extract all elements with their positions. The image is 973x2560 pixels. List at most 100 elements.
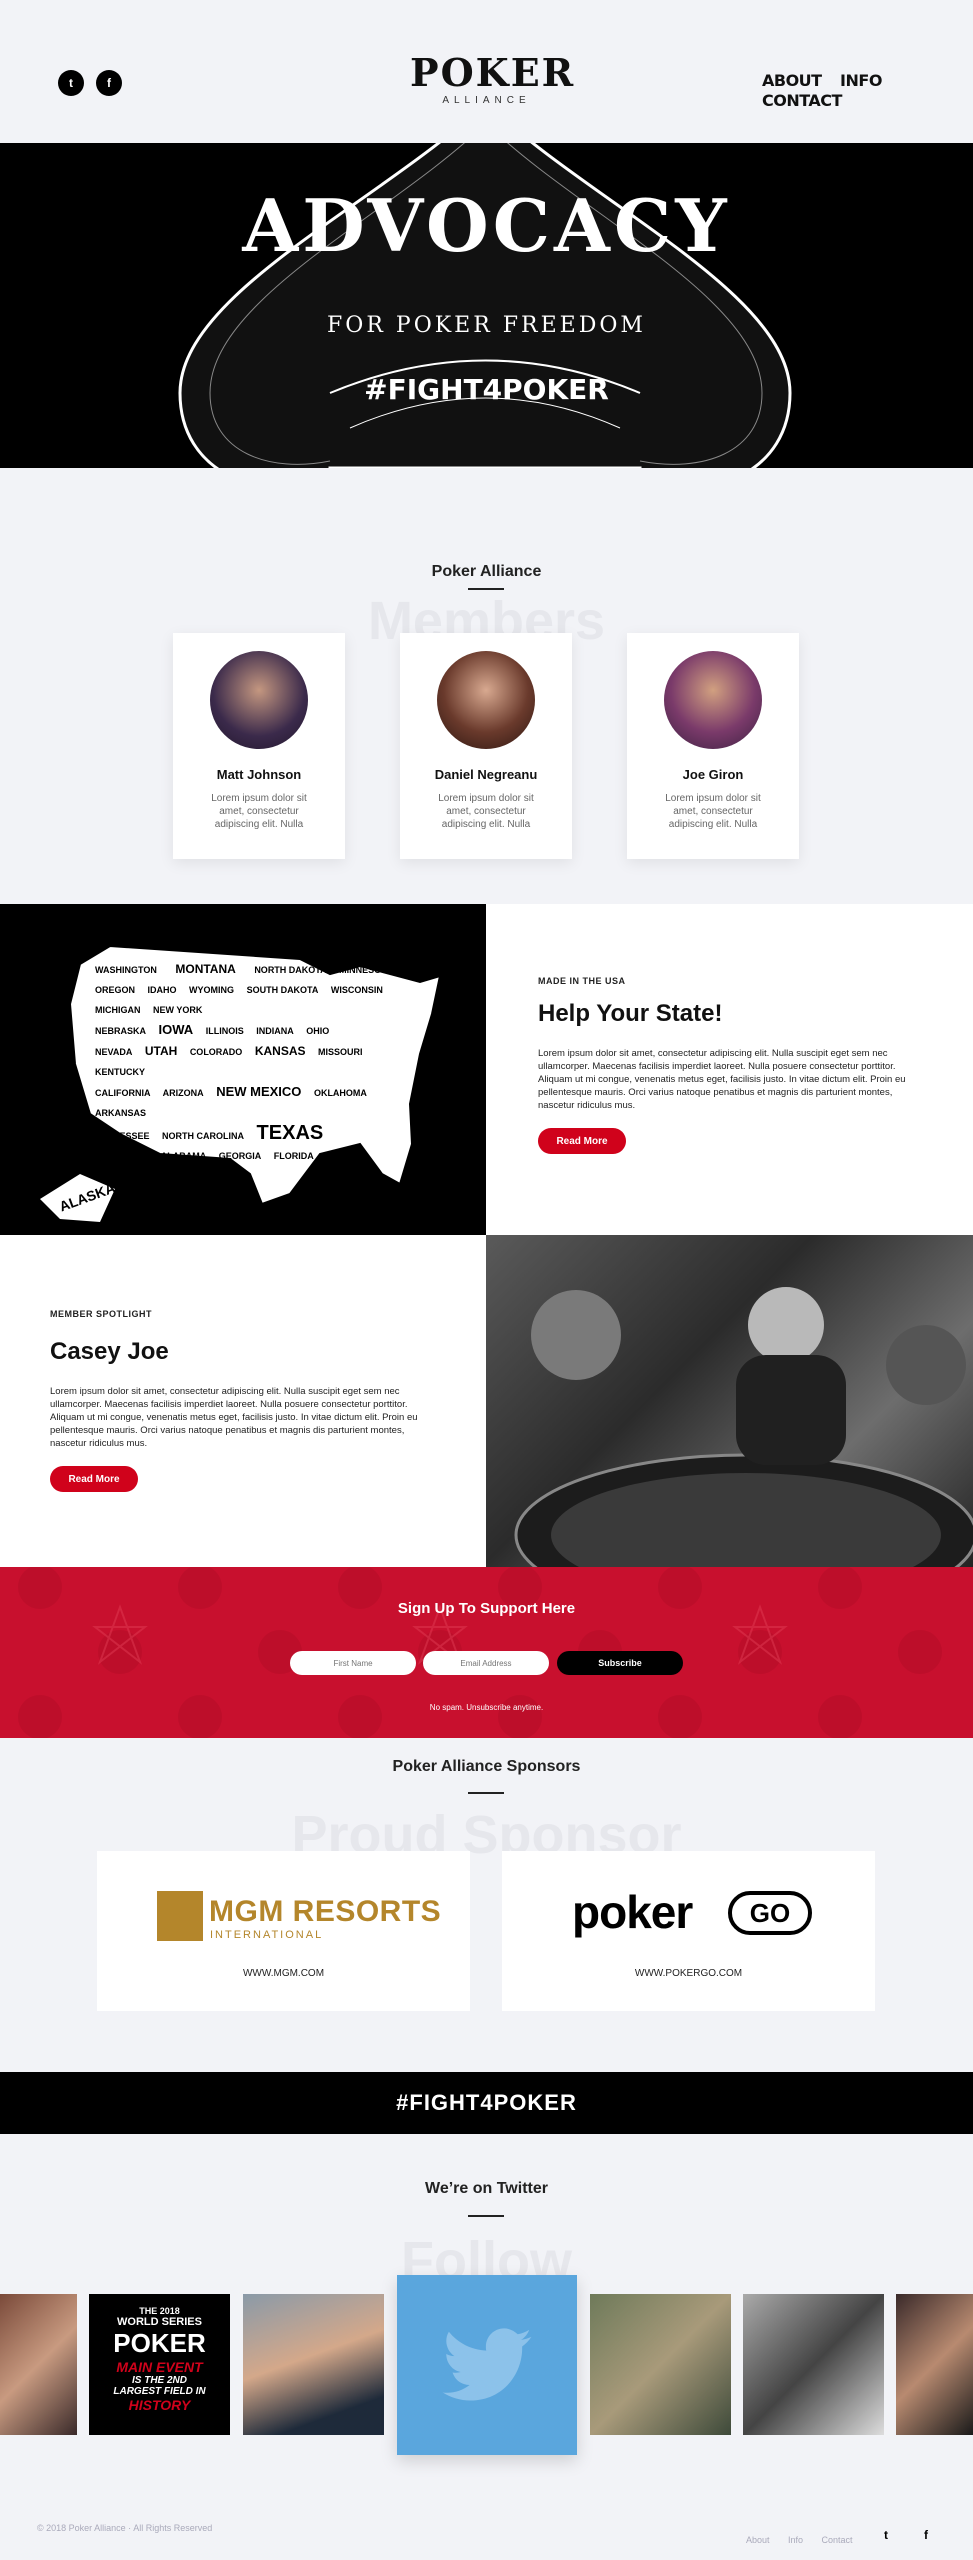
wsop-line: IS THE 2ND [131, 2375, 187, 2386]
member-name: Joe Giron [682, 767, 744, 782]
map-label: OREGON [95, 985, 136, 995]
member-description: Lorem ipsum dolor sit amet, consectetur … [211, 793, 307, 830]
map-label: WASHINGTON [95, 965, 157, 975]
signup-title: Sign Up To Support Here [397, 1600, 576, 1617]
map-label: NEVADA [95, 1047, 133, 1057]
state-title: Help Your State! [538, 1000, 723, 1027]
map-label: CALIFORNIA [95, 1088, 151, 1098]
footer-facebook-icon[interactable]: f [924, 2528, 928, 2542]
member-avatar [210, 651, 308, 749]
spotlight-title: Casey Joe [50, 1338, 169, 1365]
facebook-icon[interactable]: f [96, 70, 122, 96]
mgm-logo-sub: INTERNATIONAL [210, 1929, 324, 1941]
spotlight-read-more-button[interactable]: Read More [50, 1466, 138, 1492]
hero-banner: ADVOCACY FOR POKER FREEDOM #FIGHT4POKER [0, 143, 973, 468]
members-divider [468, 588, 504, 590]
map-label: IOWA [158, 1022, 194, 1037]
sponsors-title: Poker Alliance Sponsors [392, 1758, 581, 1775]
mgm-logo-text: MGM RESORTS [209, 1895, 442, 1928]
wsop-line: POKER [113, 2328, 206, 2358]
wsop-line: WORLD SERIES [117, 2316, 202, 2328]
sponsor-url[interactable]: WWW.MGM.COM [97, 1968, 470, 1979]
nav-about[interactable]: ABOUT [762, 71, 822, 90]
sponsors-divider [468, 1792, 504, 1794]
email-field[interactable] [423, 1651, 549, 1675]
twitter-photo[interactable] [590, 2294, 731, 2435]
signup-note: No spam. Unsubscribe anytime. [429, 1703, 544, 1712]
footer-twitter-icon[interactable]: t [884, 2528, 888, 2542]
twitter-photo[interactable] [896, 2294, 973, 2435]
map-label: NORTH DAKOTA [254, 965, 327, 975]
member-card[interactable]: Matt Johnson Lorem ipsum dolor sit amet,… [173, 633, 345, 859]
spotlight-photo [486, 1235, 973, 1617]
member-name: Daniel Negreanu [434, 767, 538, 782]
hero-title: ADVOCACY [242, 183, 731, 268]
map-label: MISSOURI [318, 1047, 363, 1057]
subscribe-button[interactable]: Subscribe [557, 1651, 683, 1675]
map-label: UTAH [144, 1044, 178, 1058]
footer-nav: About Info Contact [732, 2530, 852, 2548]
map-label: COLORADO [189, 1047, 243, 1057]
mgm-lion-logo [157, 1891, 203, 1941]
wsop-line: LARGEST FIELD IN [113, 2386, 206, 2397]
map-label: TENNESSEE [95, 1131, 150, 1141]
twitter-photo[interactable] [243, 2294, 384, 2435]
map-label: MISSISSIPPI [95, 1151, 149, 1161]
twitter-follow-tile[interactable] [397, 2275, 577, 2455]
logo-wordmark: POKER [410, 50, 576, 95]
footer-link-about[interactable]: About [746, 2535, 770, 2545]
map-label: INDIANA [256, 1026, 294, 1036]
state-body: Lorem ipsum dolor sit amet, consectetur … [538, 1048, 906, 1111]
footer-link-info[interactable]: Info [788, 2535, 803, 2545]
map-labels: WASHINGTON MONTANA NORTH DAKOTA MINNESOT… [95, 959, 395, 1166]
first-name-field[interactable] [290, 1651, 416, 1675]
map-label: KENTUCKY [95, 1067, 146, 1077]
site-header: t f POKER ALLIANCE ABOUT INFO CONTACT [0, 0, 973, 143]
map-label: SOUTH DAKOTA [246, 985, 319, 995]
member-avatar [664, 651, 762, 749]
nav-info[interactable]: INFO [840, 71, 882, 90]
twitter-photo-wsop[interactable]: THE 2018 WORLD SERIES POKER MAIN EVENT I… [89, 2294, 230, 2435]
map-label: NEBRASKA [95, 1026, 147, 1036]
map-label: NORTH CAROLINA [162, 1131, 245, 1141]
map-label: ARIZONA [162, 1088, 204, 1098]
member-description: Lorem ipsum dolor sit amet, consectetur … [665, 793, 761, 830]
member-card[interactable]: Daniel Negreanu Lorem ipsum dolor sit am… [400, 633, 572, 859]
twitter-icon[interactable]: t [58, 70, 84, 96]
twitter-photo[interactable] [0, 2294, 77, 2435]
usa-map: WASHINGTON MONTANA NORTH DAKOTA MINNESOT… [0, 904, 486, 1235]
map-label: WISCONSIN [330, 985, 383, 995]
poker-table-graphic [514, 1287, 973, 1617]
map-label: NEW YORK [153, 1005, 203, 1015]
logo-subtitle: ALLIANCE [442, 95, 531, 106]
state-kicker: MADE IN THE USA [538, 976, 626, 986]
map-label: OKLAHOMA [313, 1088, 367, 1098]
map-label: WYOMING [189, 985, 235, 995]
signup-section: Sign Up To Support Here Subscribe No spa… [0, 1567, 973, 1738]
sponsor-url[interactable]: WWW.POKERGO.COM [502, 1968, 875, 1979]
member-card[interactable]: Joe Giron Lorem ipsum dolor sit amet, co… [627, 633, 799, 859]
map-label: IDAHO [147, 985, 177, 995]
footer-link-contact[interactable]: Contact [821, 2535, 852, 2545]
wsop-line: MAIN EVENT [116, 2359, 203, 2375]
map-label: NEW MEXICO [216, 1084, 302, 1099]
twitter-photo[interactable] [743, 2294, 884, 2435]
wsop-line: HISTORY [128, 2397, 191, 2413]
sponsor-card-pokergo[interactable]: poker GO WWW.POKERGO.COM [502, 1851, 875, 2011]
site-logo[interactable]: POKER ALLIANCE [410, 50, 576, 106]
map-label: ARKANSAS [95, 1108, 147, 1118]
map-label: FLORIDA [273, 1151, 314, 1161]
twitter-title: We’re on Twitter [425, 2180, 548, 2197]
footer-copyright: © 2018 Poker Alliance · All Rights Reser… [37, 2523, 213, 2533]
state-read-more-button[interactable]: Read More [538, 1128, 626, 1154]
members-title: Poker Alliance [431, 563, 542, 580]
wsop-line: THE 2018 [139, 2306, 180, 2316]
map-label: ILLINOIS [205, 1026, 244, 1036]
pokergo-logo-text: poker [572, 1886, 693, 1938]
spotlight-kicker: MEMBER SPOTLIGHT [50, 1309, 152, 1319]
spotlight-body: Lorem ipsum dolor sit amet, consectetur … [50, 1386, 418, 1449]
sponsor-card-mgm[interactable]: MGM RESORTS INTERNATIONAL WWW.MGM.COM [97, 1851, 470, 2011]
map-label: ALABAMA [160, 1151, 207, 1161]
nav-contact[interactable]: CONTACT [762, 91, 842, 110]
member-description: Lorem ipsum dolor sit amet, consectetur … [438, 793, 534, 830]
